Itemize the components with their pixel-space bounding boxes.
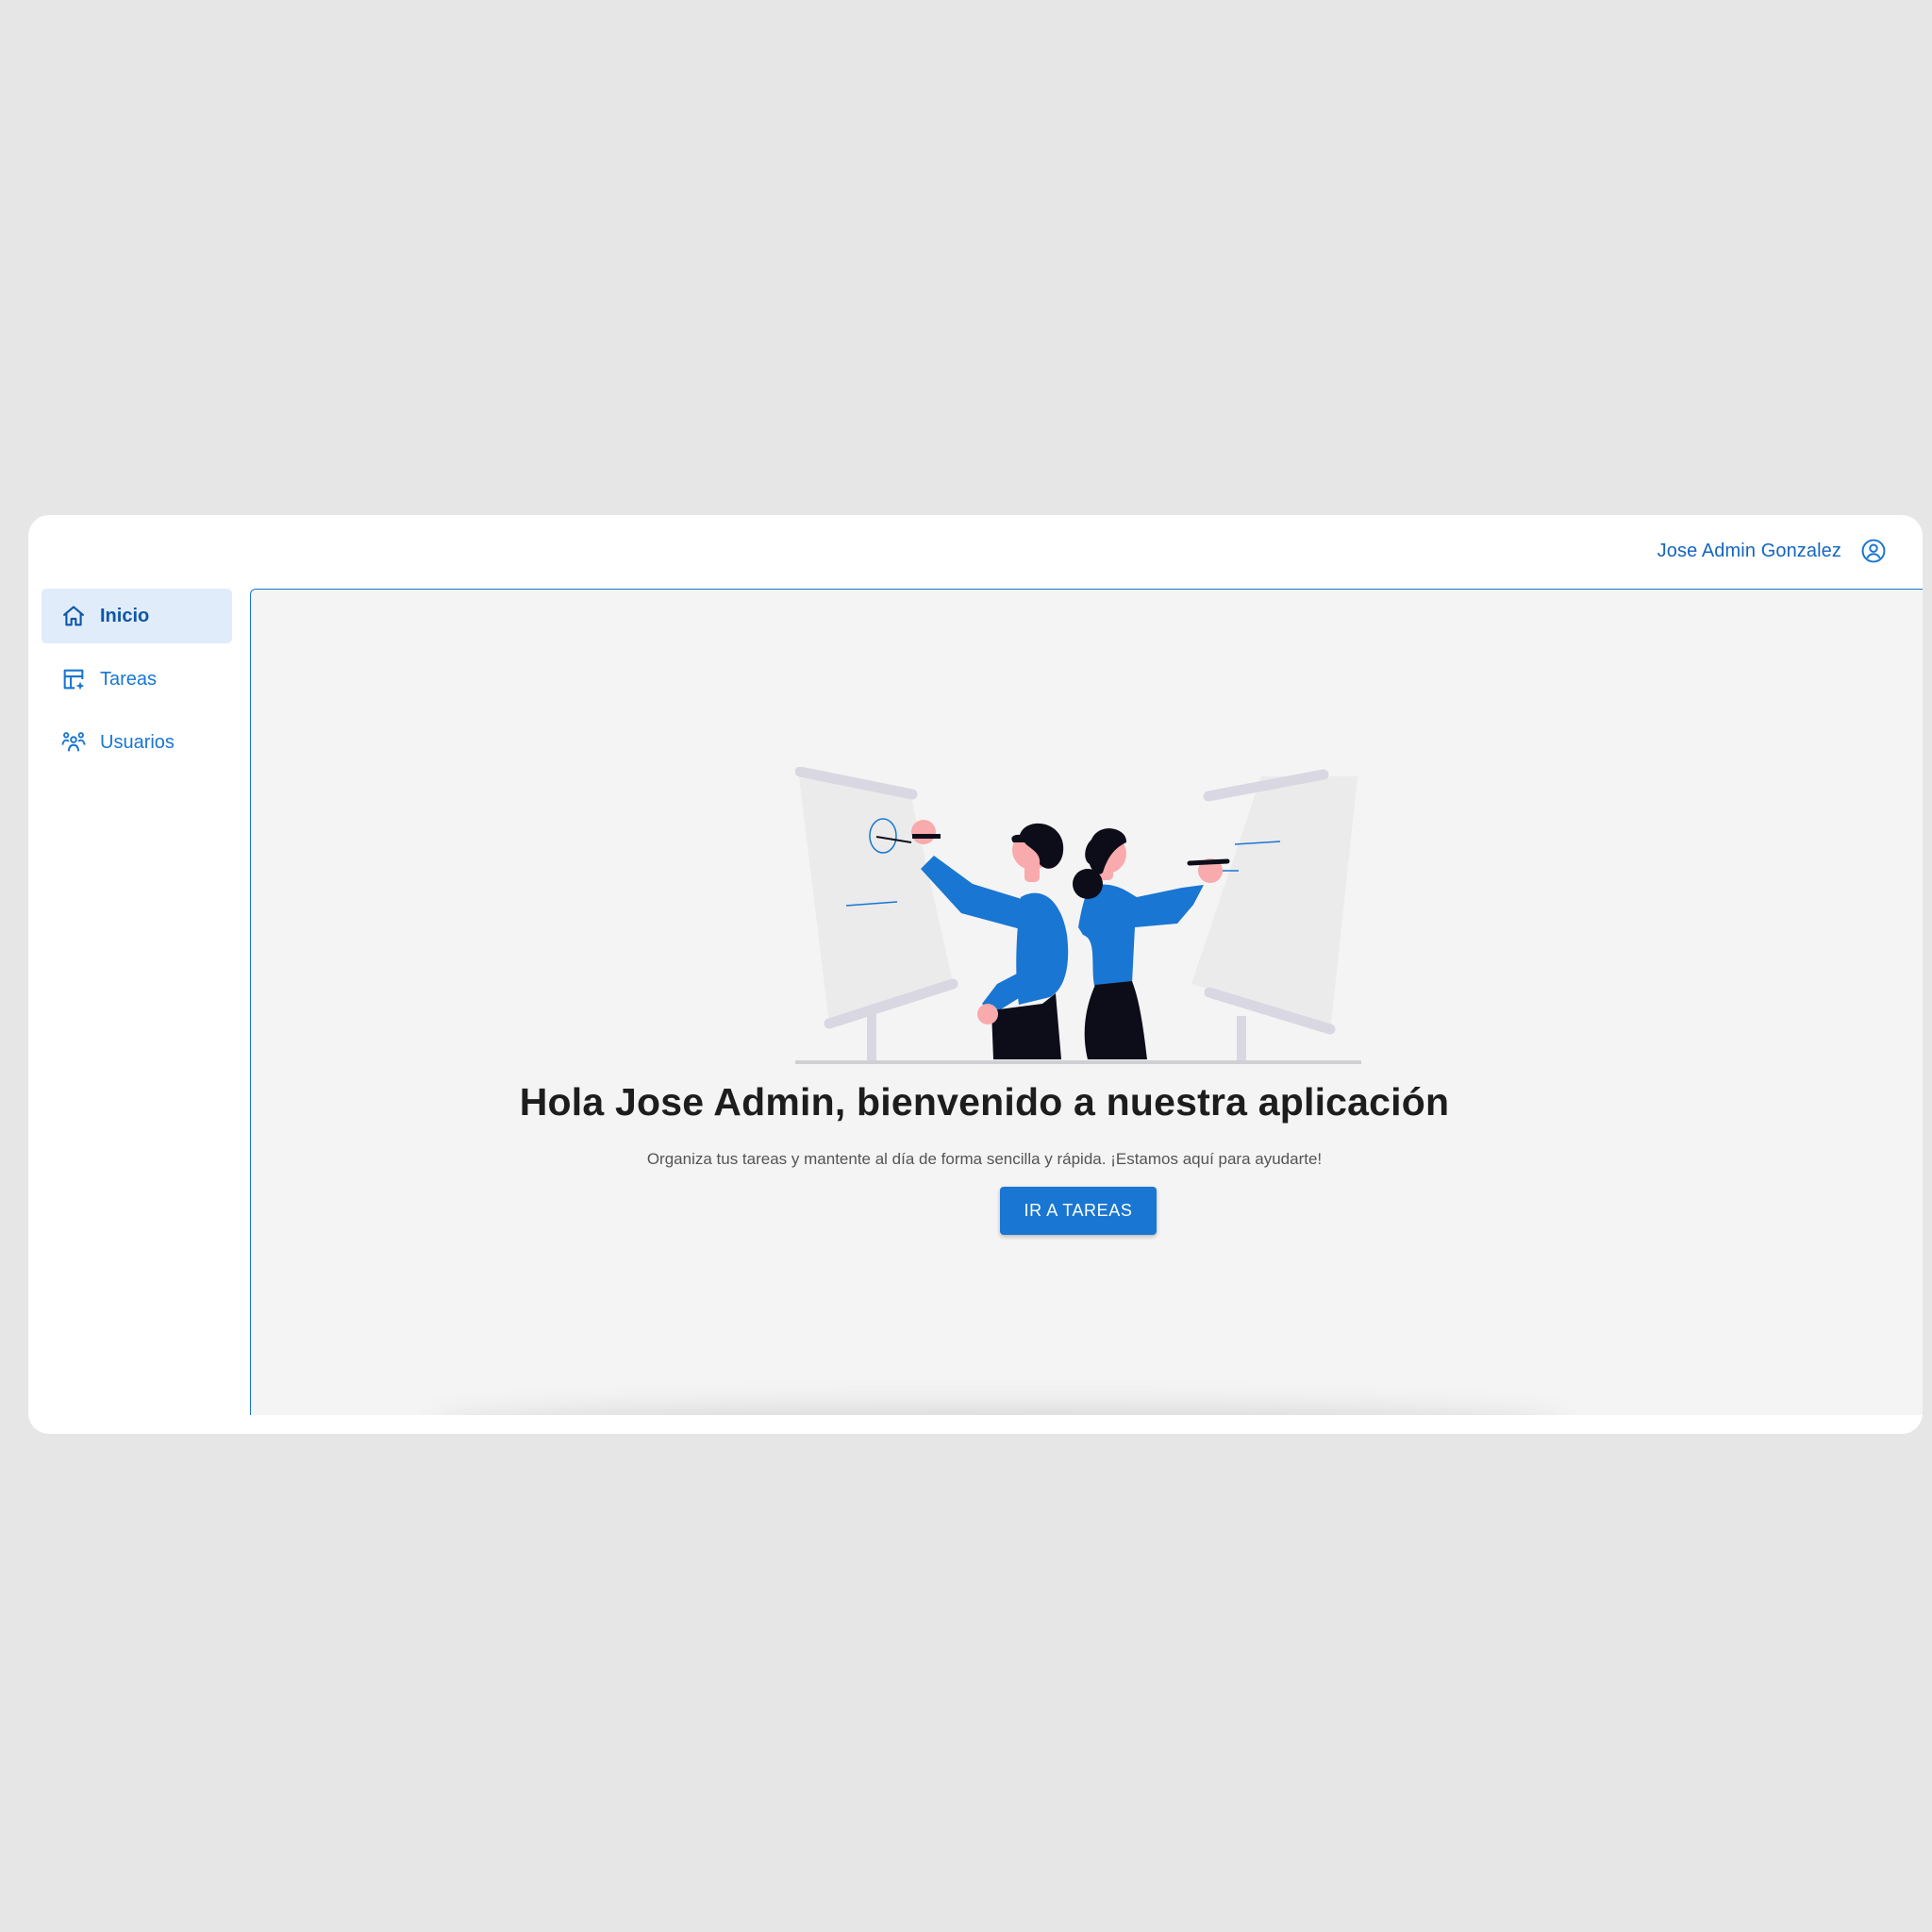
go-to-tasks-button[interactable]: IR A TAREAS [1000, 1187, 1157, 1235]
sidebar-item-usuarios[interactable]: Usuarios [42, 715, 232, 770]
home-icon [63, 606, 84, 626]
welcome-subtitle: Organiza tus tareas y mantente al día de… [646, 1150, 1323, 1168]
sidebar-item-inicio[interactable]: Inicio [42, 589, 232, 643]
user-menu[interactable]: Jose Admin Gonzalez [1657, 538, 1887, 564]
sidebar-item-tareas[interactable]: Tareas [42, 652, 232, 707]
group-icon [61, 732, 86, 752]
account-circle-icon[interactable] [1860, 538, 1887, 564]
app-window: Jose Admin Gonzalez Inicio Tareas Usuari… [28, 515, 1923, 1434]
sidebar-item-label: Inicio [100, 605, 150, 626]
table-edit-icon [63, 669, 85, 691]
user-name: Jose Admin Gonzalez [1657, 540, 1841, 561]
top-bar: Jose Admin Gonzalez [28, 515, 1923, 589]
whiteboard-illustration [795, 767, 1361, 1064]
sidebar: Inicio Tareas Usuarios [42, 589, 232, 778]
sidebar-item-label: Usuarios [100, 731, 175, 753]
main-content: Hola Jose Admin, bienvenido a nuestra ap… [250, 589, 1923, 1415]
welcome-hero: Hola Jose Admin, bienvenido a nuestra ap… [251, 590, 1718, 1415]
sidebar-item-label: Tareas [100, 668, 158, 690]
welcome-title: Hola Jose Admin, bienvenido a nuestra ap… [519, 1080, 1450, 1124]
